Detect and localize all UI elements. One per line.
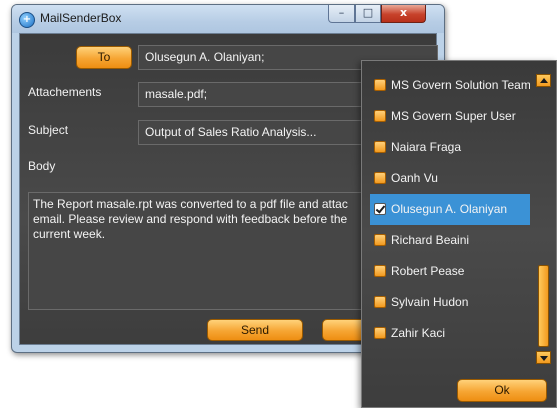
list-item[interactable]: Naiara Fraga (370, 132, 530, 163)
send-button[interactable]: Send (207, 319, 303, 341)
body-label: Body (28, 159, 56, 173)
subject-label: Subject (28, 123, 69, 137)
app-icon: + (19, 12, 35, 28)
scroll-thumb[interactable] (538, 265, 549, 347)
arrow-down-icon (540, 356, 548, 361)
list-item[interactable]: Sylvain Hudon (370, 287, 530, 318)
list-item[interactable]: MS Govern Super User (370, 101, 530, 132)
list-item-label: Robert Pease (391, 264, 465, 278)
list-item-label: MS Govern Super User (391, 109, 516, 123)
close-button[interactable]: x (381, 5, 426, 23)
window-title: MailSenderBox (40, 11, 122, 25)
recipient-list: MS Govern Solution Team MS Govern Super … (370, 70, 530, 349)
checkbox[interactable] (374, 265, 386, 277)
list-item-selected[interactable]: Olusegun A. Olaniyan (370, 194, 530, 225)
list-item-label: Olusegun A. Olaniyan (391, 202, 508, 216)
list-item[interactable]: Robert Pease (370, 256, 530, 287)
list-item-label: Sylvain Hudon (391, 295, 469, 309)
list-item[interactable]: Zahir Kaci (370, 318, 530, 349)
list-item-label: Oanh Vu (391, 171, 438, 185)
title-bar[interactable]: + MailSenderBox – □ x (12, 5, 444, 33)
to-button[interactable]: To (76, 46, 132, 69)
scroll-down-button[interactable] (536, 351, 551, 364)
list-item[interactable]: Richard Beaini (370, 225, 530, 256)
ok-button[interactable]: Ok (457, 379, 547, 402)
list-item[interactable]: MS Govern Solution Team (370, 70, 530, 101)
list-item[interactable]: Oanh Vu (370, 163, 530, 194)
maximize-button[interactable]: □ (355, 5, 381, 23)
attachments-label: Attachements (28, 85, 102, 99)
recipient-popup: MS Govern Solution Team MS Govern Super … (361, 60, 557, 408)
list-scrollbar[interactable] (536, 74, 551, 364)
checkbox[interactable] (374, 296, 386, 308)
scroll-up-button[interactable] (536, 74, 551, 87)
list-item-label: Naiara Fraga (391, 140, 462, 154)
checkbox[interactable] (374, 234, 386, 246)
list-item-label: Zahir Kaci (391, 326, 446, 340)
checkbox[interactable] (374, 141, 386, 153)
list-item-label: MS Govern Solution Team (391, 78, 530, 92)
checkbox[interactable] (374, 110, 386, 122)
checkbox[interactable] (374, 79, 386, 91)
arrow-up-icon (540, 78, 548, 83)
checkbox[interactable] (374, 327, 386, 339)
checkbox[interactable] (374, 172, 386, 184)
list-item-label: Richard Beaini (391, 233, 470, 247)
checkbox-checked[interactable] (374, 203, 386, 215)
minimize-button[interactable]: – (328, 5, 355, 23)
